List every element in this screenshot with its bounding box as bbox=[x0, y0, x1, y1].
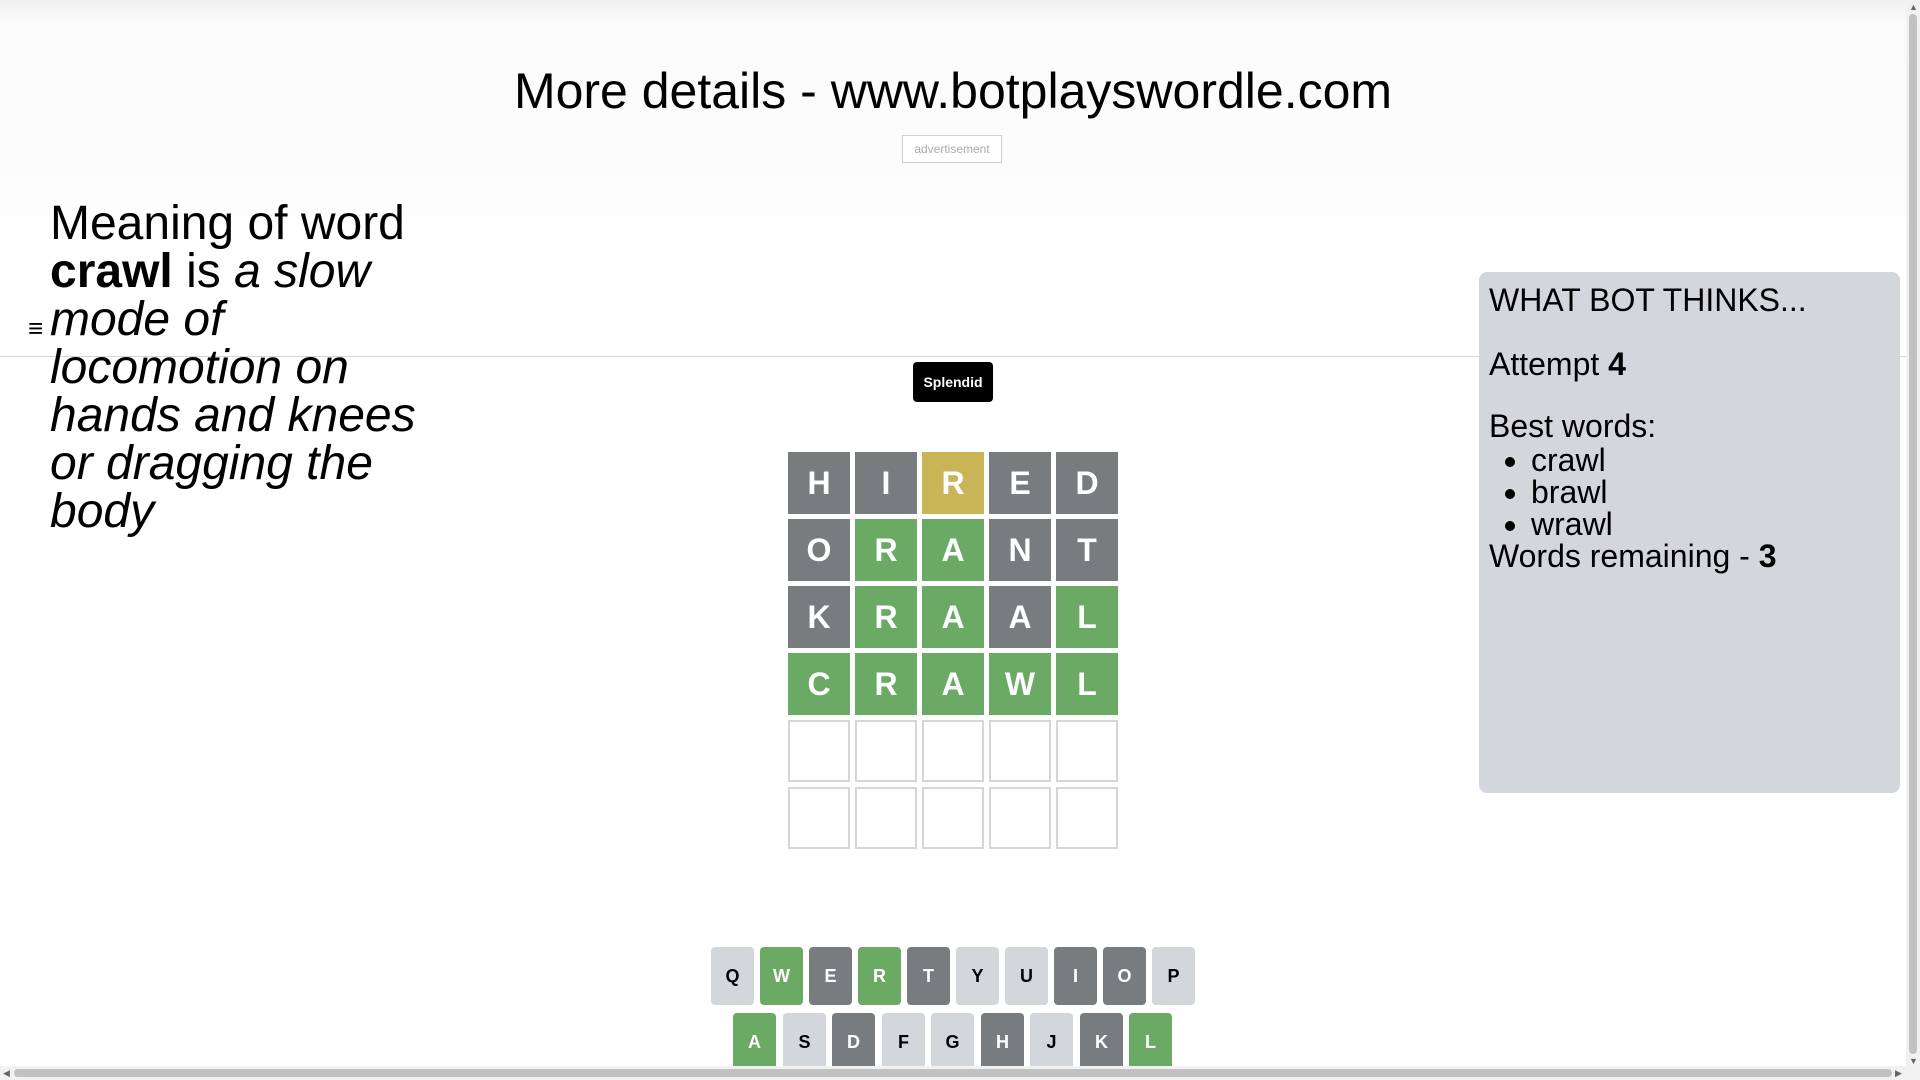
key-o[interactable]: O bbox=[1103, 947, 1146, 1005]
advertisement-box[interactable]: advertisement bbox=[902, 135, 1002, 163]
key-a[interactable]: A bbox=[733, 1013, 776, 1071]
attempt-label: Attempt bbox=[1489, 346, 1600, 382]
key-t[interactable]: T bbox=[907, 947, 950, 1005]
board-tile: R bbox=[855, 519, 917, 581]
board-tile: I bbox=[855, 452, 917, 514]
key-k[interactable]: K bbox=[1080, 1013, 1123, 1071]
meaning-is: is bbox=[186, 245, 221, 298]
board-tile: O bbox=[788, 519, 850, 581]
board-tile bbox=[1056, 720, 1118, 782]
key-r[interactable]: R bbox=[858, 947, 901, 1005]
board-tile bbox=[922, 720, 984, 782]
board-tile: W bbox=[989, 653, 1051, 715]
vertical-scrollbar-thumb[interactable] bbox=[1909, 14, 1917, 1054]
board-tile bbox=[922, 787, 984, 849]
meaning-prefix: Meaning of word bbox=[50, 197, 405, 250]
best-words-label: Best words: bbox=[1489, 408, 1657, 444]
board-tile: A bbox=[989, 586, 1051, 648]
key-s[interactable]: S bbox=[783, 1013, 826, 1071]
key-d[interactable]: D bbox=[832, 1013, 875, 1071]
key-g[interactable]: G bbox=[931, 1013, 974, 1071]
board-tile: K bbox=[788, 586, 850, 648]
key-h[interactable]: H bbox=[981, 1013, 1024, 1071]
key-p[interactable]: P bbox=[1152, 947, 1195, 1005]
board-tile bbox=[855, 787, 917, 849]
board-tile: E bbox=[989, 452, 1051, 514]
key-i[interactable]: I bbox=[1054, 947, 1097, 1005]
board-tile: A bbox=[922, 586, 984, 648]
board-tile: T bbox=[1056, 519, 1118, 581]
words-remaining: Words remaining - 3 bbox=[1489, 540, 1890, 572]
scroll-up-arrow-icon[interactable]: ▲ bbox=[1909, 2, 1918, 12]
board-tile bbox=[788, 787, 850, 849]
remaining-label: Words remaining - bbox=[1489, 538, 1750, 574]
board-tile: N bbox=[989, 519, 1051, 581]
board-tile: L bbox=[1056, 653, 1118, 715]
toast-message: Splendid bbox=[913, 362, 993, 402]
board-tile: R bbox=[855, 586, 917, 648]
board-tile: R bbox=[855, 653, 917, 715]
key-y[interactable]: Y bbox=[956, 947, 999, 1005]
best-word: crawl bbox=[1531, 444, 1890, 476]
key-u[interactable]: U bbox=[1005, 947, 1048, 1005]
board-tile: D bbox=[1056, 452, 1118, 514]
bot-panel-title: WHAT BOT THINKS... bbox=[1489, 282, 1807, 318]
key-q[interactable]: Q bbox=[711, 947, 754, 1005]
board-tile: A bbox=[922, 519, 984, 581]
board-tile: L bbox=[1056, 586, 1118, 648]
bot-thinks-panel: WHAT BOT THINKS... Attempt 4 Best words:… bbox=[1479, 272, 1900, 793]
banner-title: More details - www.botplayswordle.com bbox=[513, 63, 1393, 119]
scroll-down-arrow-icon[interactable]: ▼ bbox=[1909, 1056, 1918, 1066]
board-tile bbox=[1056, 787, 1118, 849]
bot-attempt: Attempt 4 bbox=[1489, 344, 1890, 384]
best-words-list: crawl brawl wrawl bbox=[1489, 444, 1890, 540]
key-l[interactable]: L bbox=[1129, 1013, 1172, 1071]
best-word: wrawl bbox=[1531, 508, 1890, 540]
board-tile bbox=[788, 720, 850, 782]
menu-icon[interactable]: ≡ bbox=[28, 315, 52, 341]
key-f[interactable]: F bbox=[882, 1013, 925, 1071]
key-j[interactable]: J bbox=[1030, 1013, 1073, 1071]
board-tile bbox=[989, 787, 1051, 849]
board-tile bbox=[989, 720, 1051, 782]
attempt-value: 4 bbox=[1608, 346, 1626, 382]
board-tile bbox=[855, 720, 917, 782]
board-tile: H bbox=[788, 452, 850, 514]
scroll-right-arrow-icon[interactable]: ▶ bbox=[1895, 1068, 1902, 1078]
word-meaning: Meaning of word crawl is a slow mode of … bbox=[50, 200, 430, 536]
horizontal-scrollbar-thumb[interactable] bbox=[14, 1069, 1892, 1077]
best-word: brawl bbox=[1531, 476, 1890, 508]
remaining-value: 3 bbox=[1758, 538, 1777, 574]
key-w[interactable]: W bbox=[760, 947, 803, 1005]
meaning-word: crawl bbox=[50, 245, 173, 298]
board-tile: A bbox=[922, 653, 984, 715]
board-tile: C bbox=[788, 653, 850, 715]
scroll-left-arrow-icon[interactable]: ◀ bbox=[3, 1068, 10, 1078]
board-tile: R bbox=[922, 452, 984, 514]
key-e[interactable]: E bbox=[809, 947, 852, 1005]
